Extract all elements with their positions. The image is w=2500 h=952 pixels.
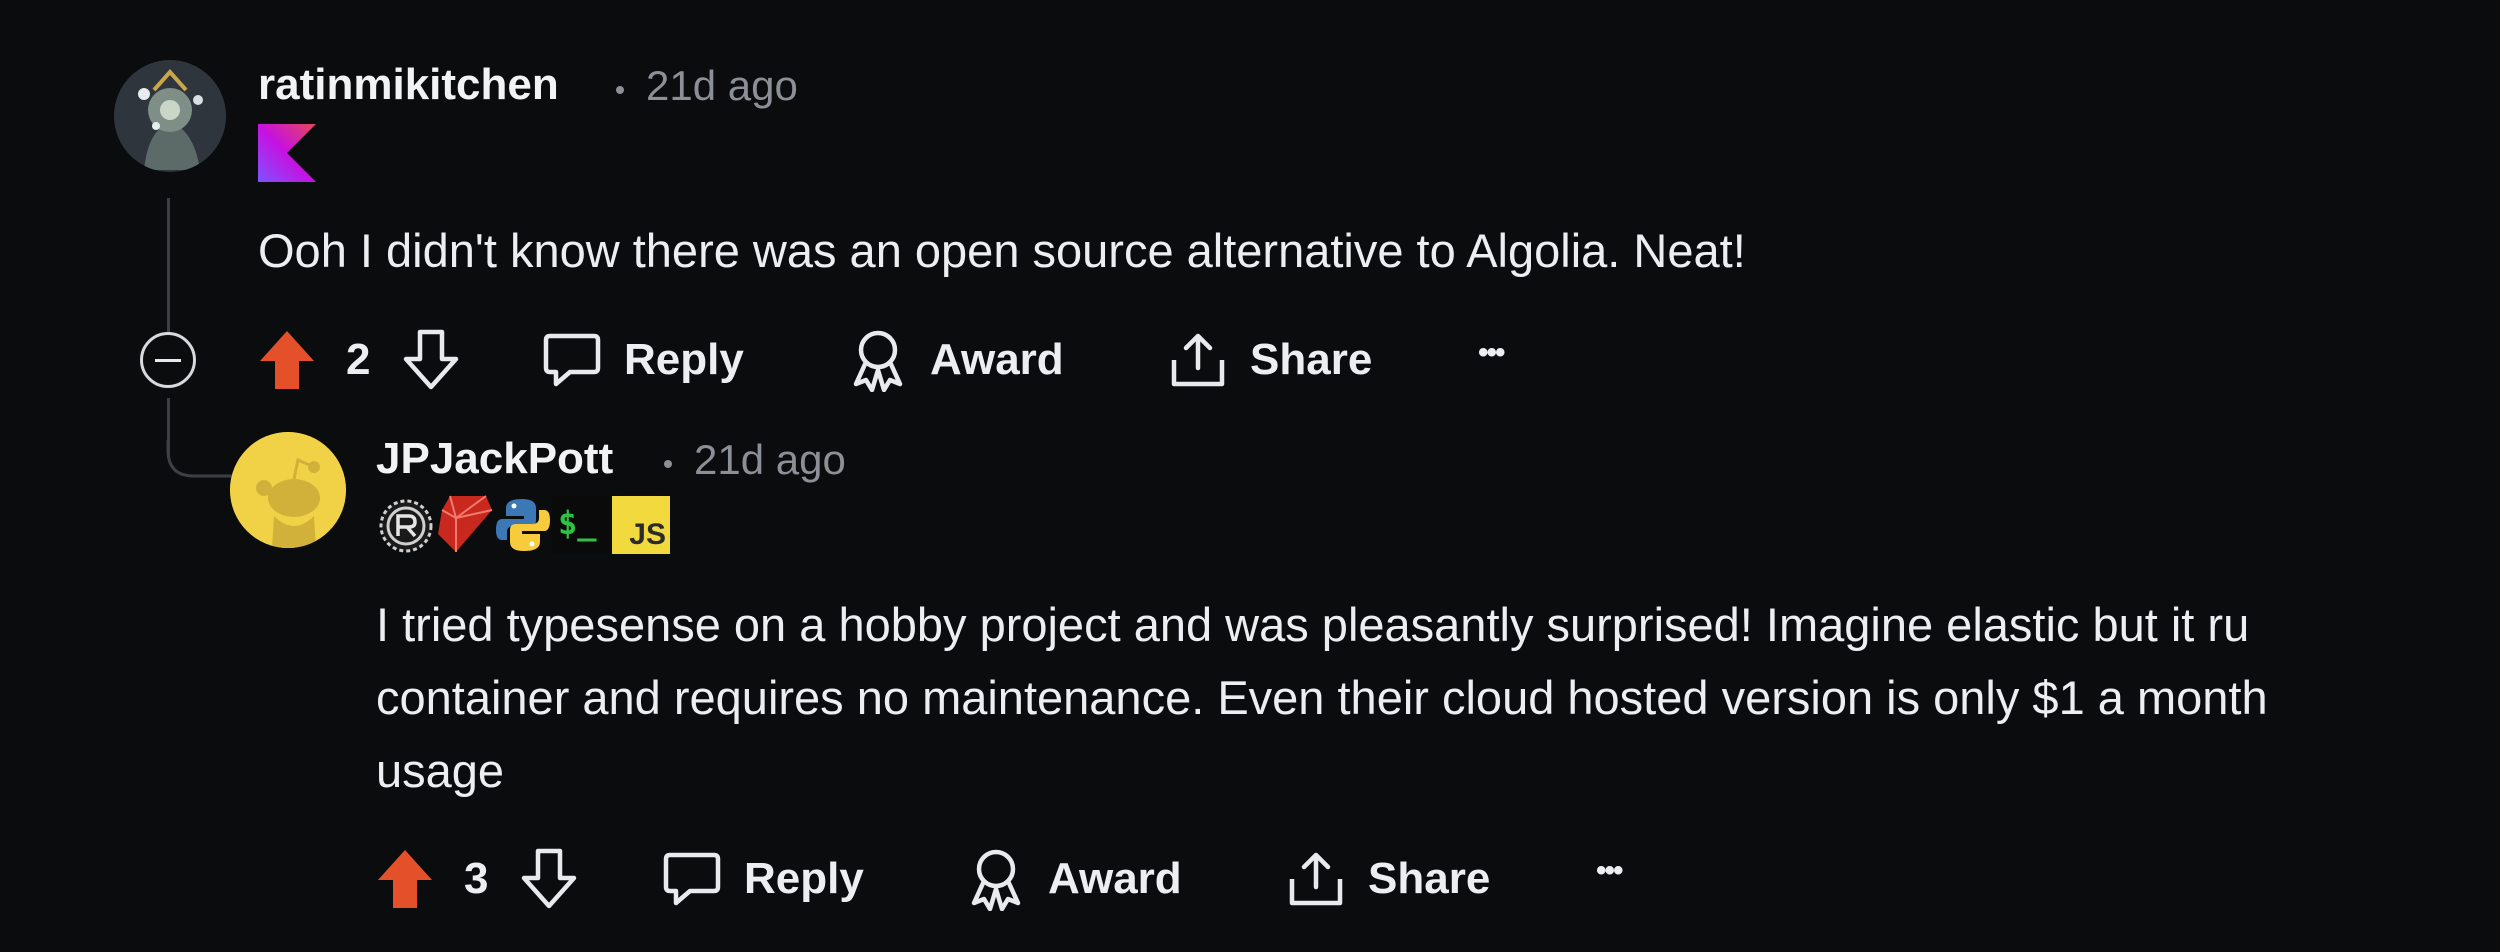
share-label: Share bbox=[1250, 335, 1373, 384]
comment-timestamp[interactable]: 21d ago bbox=[646, 62, 798, 110]
comment-author[interactable]: ratinmikitchen bbox=[258, 60, 559, 110]
comment-body-line: container and requires no maintenance. E… bbox=[376, 671, 2268, 724]
reply-label: Reply bbox=[744, 854, 864, 903]
javascript-icon: JS bbox=[612, 496, 670, 554]
separator-dot bbox=[664, 460, 672, 468]
downvote-button[interactable] bbox=[402, 325, 460, 395]
ruby-icon bbox=[438, 495, 493, 552]
upvote-icon bbox=[260, 331, 314, 389]
share-icon bbox=[1171, 333, 1225, 387]
award-label: Award bbox=[930, 335, 1064, 384]
reply-label: Reply bbox=[624, 335, 744, 384]
share-icon bbox=[1289, 852, 1343, 906]
upvote-icon bbox=[378, 850, 432, 908]
comment-icon bbox=[663, 852, 721, 906]
share-button[interactable]: Share bbox=[1168, 325, 1372, 395]
upvote-button[interactable] bbox=[376, 844, 434, 914]
share-button[interactable]: Share bbox=[1286, 844, 1490, 914]
reply-button[interactable]: Reply bbox=[662, 844, 864, 914]
avatar[interactable] bbox=[230, 432, 346, 548]
comment-author[interactable]: JPJackPott bbox=[376, 434, 613, 484]
kotlin-icon bbox=[258, 124, 316, 182]
award-label: Award bbox=[1048, 854, 1182, 903]
award-icon bbox=[971, 849, 1021, 911]
award-button[interactable]: Award bbox=[966, 844, 1182, 914]
downvote-icon bbox=[521, 848, 577, 909]
award-icon bbox=[853, 330, 903, 392]
more-options-button[interactable]: ••• bbox=[1596, 836, 1623, 906]
downvote-button[interactable] bbox=[520, 844, 578, 914]
vote-count: 3 bbox=[464, 854, 489, 903]
more-options-icon: ••• bbox=[1478, 336, 1505, 369]
comment-body-line: usage bbox=[376, 744, 505, 797]
separator-dot bbox=[616, 86, 624, 94]
rust-icon bbox=[379, 499, 433, 553]
comment-icon bbox=[543, 333, 601, 387]
more-options-button[interactable]: ••• bbox=[1478, 318, 1505, 388]
collapse-thread-button[interactable] bbox=[140, 332, 196, 388]
reply-button[interactable]: Reply bbox=[542, 325, 744, 395]
python-icon bbox=[496, 499, 550, 551]
share-label: Share bbox=[1368, 854, 1491, 903]
downvote-icon bbox=[403, 329, 459, 390]
comment-body-line: I tried typesense on a hobby project and… bbox=[376, 598, 2250, 651]
comment-thread: ratinmikitchen 21d ago Ooh I didn't know… bbox=[0, 0, 2500, 952]
terminal-icon: $_ bbox=[552, 496, 610, 554]
more-options-icon: ••• bbox=[1596, 854, 1623, 887]
vote-count: 2 bbox=[346, 335, 371, 384]
award-button[interactable]: Award bbox=[848, 325, 1064, 395]
comment-body: Ooh I didn't know there was an open sour… bbox=[258, 224, 1746, 277]
avatar[interactable] bbox=[114, 60, 226, 172]
thread-line[interactable] bbox=[167, 198, 170, 342]
comment-timestamp[interactable]: 21d ago bbox=[694, 436, 846, 484]
upvote-button[interactable] bbox=[258, 325, 316, 395]
